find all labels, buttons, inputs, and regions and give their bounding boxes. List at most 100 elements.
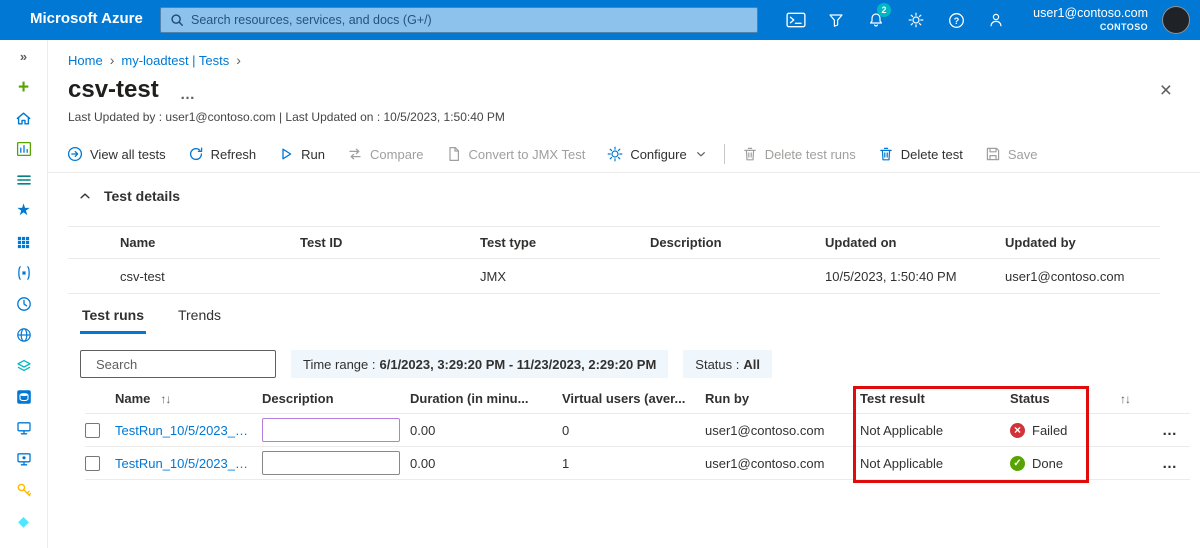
- table-row: TestRun_10/5/2023_1:... 0.00 0 user1@con…: [85, 414, 1190, 447]
- sort-icon[interactable]: ↑↓: [160, 392, 171, 406]
- status-cell: Done: [1010, 455, 1120, 471]
- topbar-icons: 2 ?: [776, 0, 1016, 40]
- global-search[interactable]: [160, 7, 758, 33]
- details-header-row: Name Test ID Test type Description Updat…: [68, 226, 1160, 259]
- notifications-bell-icon[interactable]: 2: [856, 0, 896, 40]
- run-button[interactable]: Run: [267, 138, 336, 170]
- save-button[interactable]: Save: [974, 138, 1049, 170]
- all-services-icon[interactable]: [15, 172, 33, 188]
- run-by-value: user1@contoso.com: [705, 455, 825, 471]
- command-label: Delete test runs: [764, 146, 856, 162]
- chevron-right-icon: ›: [109, 52, 115, 68]
- breadcrumb-current[interactable]: my-loadtest | Tests: [121, 53, 229, 68]
- configure-button[interactable]: Configure: [596, 138, 717, 170]
- test-runs-table: Name ↑↓ Description Duration (in minu...…: [85, 384, 1190, 480]
- favorites-star-icon[interactable]: ★: [15, 203, 33, 219]
- dashboard-icon[interactable]: [15, 141, 33, 157]
- main-content: Home › my-loadtest | Tests › csv-test … …: [48, 40, 1200, 548]
- command-label: Run: [301, 146, 326, 162]
- details-name-value: csv-test: [120, 268, 165, 284]
- settings-gear-icon[interactable]: [896, 0, 936, 40]
- tab-trends[interactable]: Trends: [176, 302, 223, 334]
- status-filter[interactable]: Status : All: [683, 350, 772, 378]
- row-more-icon[interactable]: …: [1150, 455, 1190, 472]
- time-range-label: Time range :: [303, 356, 376, 372]
- details-col-name: Name: [120, 235, 156, 250]
- runs-header-row: Name ↑↓ Description Duration (in minu...…: [85, 384, 1190, 414]
- document-icon: [448, 147, 459, 161]
- runs-search-input[interactable]: [96, 356, 272, 372]
- sort-icon[interactable]: ↑↓: [1120, 392, 1150, 406]
- runs-col-run-by: Run by: [705, 391, 750, 406]
- test-details-header[interactable]: Test details: [78, 188, 180, 204]
- runs-col-test-result: Test result: [860, 391, 925, 406]
- load-testing-icon[interactable]: [15, 451, 33, 467]
- global-search-input[interactable]: [191, 13, 748, 27]
- storage-layers-icon[interactable]: [15, 358, 33, 374]
- description-input[interactable]: [262, 418, 400, 442]
- details-updated-on-value: 10/5/2023, 1:50:40 PM: [825, 268, 957, 284]
- description-input[interactable]: [262, 451, 400, 475]
- account-tenant: CONTOSO: [1099, 21, 1148, 32]
- row-checkbox[interactable]: [85, 455, 100, 471]
- test-run-link[interactable]: TestRun_10/5/2023_1:...: [115, 456, 262, 471]
- command-label: Configure: [630, 146, 687, 162]
- directories-filter-icon[interactable]: [816, 0, 856, 40]
- svg-text:?: ?: [953, 16, 959, 26]
- last-updated-text: Last Updated by : user1@contoso.com | La…: [68, 110, 505, 124]
- runs-search-box[interactable]: [80, 350, 276, 378]
- sql-database-icon[interactable]: [15, 389, 33, 405]
- table-row: TestRun_10/5/2023_1:... 0.00 1 user1@con…: [85, 447, 1190, 480]
- view-all-tests-button[interactable]: View all tests: [56, 138, 177, 170]
- refresh-button[interactable]: Refresh: [177, 138, 268, 170]
- convert-to-jmx-button[interactable]: Convert to JMX Test: [435, 138, 597, 170]
- tab-test-runs[interactable]: Test runs: [80, 302, 146, 334]
- all-resources-icon[interactable]: [15, 234, 33, 250]
- title-more-icon[interactable]: …: [180, 86, 195, 103]
- command-label: Save: [1007, 146, 1038, 162]
- azure-diamond-icon[interactable]: ◆: [15, 513, 33, 529]
- create-resource-icon[interactable]: +: [15, 78, 33, 97]
- account-menu[interactable]: user1@contoso.com CONTOSO: [1033, 6, 1148, 33]
- topbar: Microsoft Azure 2: [0, 0, 1200, 40]
- close-icon[interactable]: ×: [1160, 80, 1172, 101]
- time-range-filter[interactable]: Time range : 6/1/2023, 3:29:20 PM - 11/2…: [291, 350, 669, 378]
- row-checkbox[interactable]: [85, 422, 100, 438]
- home-icon[interactable]: [15, 110, 33, 126]
- breadcrumb: Home › my-loadtest | Tests ›: [68, 52, 241, 68]
- play-icon: [282, 148, 292, 160]
- virtual-machine-icon[interactable]: [15, 420, 33, 436]
- duration-value: 0.00: [410, 422, 436, 438]
- trash-icon: [879, 147, 892, 161]
- details-col-description: Description: [650, 235, 722, 250]
- resource-groups-icon[interactable]: [15, 265, 33, 281]
- test-details-title: Test details: [104, 188, 180, 204]
- feedback-icon[interactable]: [976, 0, 1016, 40]
- recent-clock-icon[interactable]: [15, 296, 33, 312]
- breadcrumb-home[interactable]: Home: [68, 53, 103, 68]
- details-data-row: csv-test JMX 10/5/2023, 1:50:40 PM user1…: [68, 259, 1160, 294]
- help-icon[interactable]: ?: [936, 0, 976, 40]
- compare-button[interactable]: Compare: [336, 138, 434, 170]
- test-run-link[interactable]: TestRun_10/5/2023_1:...: [115, 423, 262, 438]
- details-col-updated-by: Updated by: [1005, 235, 1076, 250]
- runs-col-name: Name: [115, 391, 151, 406]
- chevron-right-icon: ›: [236, 52, 241, 68]
- delete-test-button[interactable]: Delete test: [867, 138, 974, 170]
- key-vault-icon[interactable]: [15, 482, 33, 498]
- app-services-globe-icon[interactable]: [15, 327, 33, 343]
- runs-col-duration: Duration (in minu...: [410, 391, 529, 406]
- sidebar-expand-icon[interactable]: »: [15, 48, 33, 64]
- command-label: Delete test: [900, 146, 963, 162]
- save-icon: [986, 147, 1000, 161]
- test-result-value: Not Applicable: [860, 455, 944, 471]
- status-label: Done: [1032, 455, 1064, 471]
- row-more-icon[interactable]: …: [1150, 422, 1190, 439]
- avatar[interactable]: [1162, 6, 1190, 34]
- microsoft-azure-logo[interactable]: Microsoft Azure: [30, 10, 143, 27]
- delete-test-runs-button[interactable]: Delete test runs: [731, 138, 867, 170]
- azure-portal-window: Microsoft Azure 2: [0, 0, 1200, 548]
- cloud-shell-icon[interactable]: [776, 0, 816, 40]
- sidebar: » + ★ ◆: [0, 40, 48, 548]
- divider: [48, 172, 1200, 173]
